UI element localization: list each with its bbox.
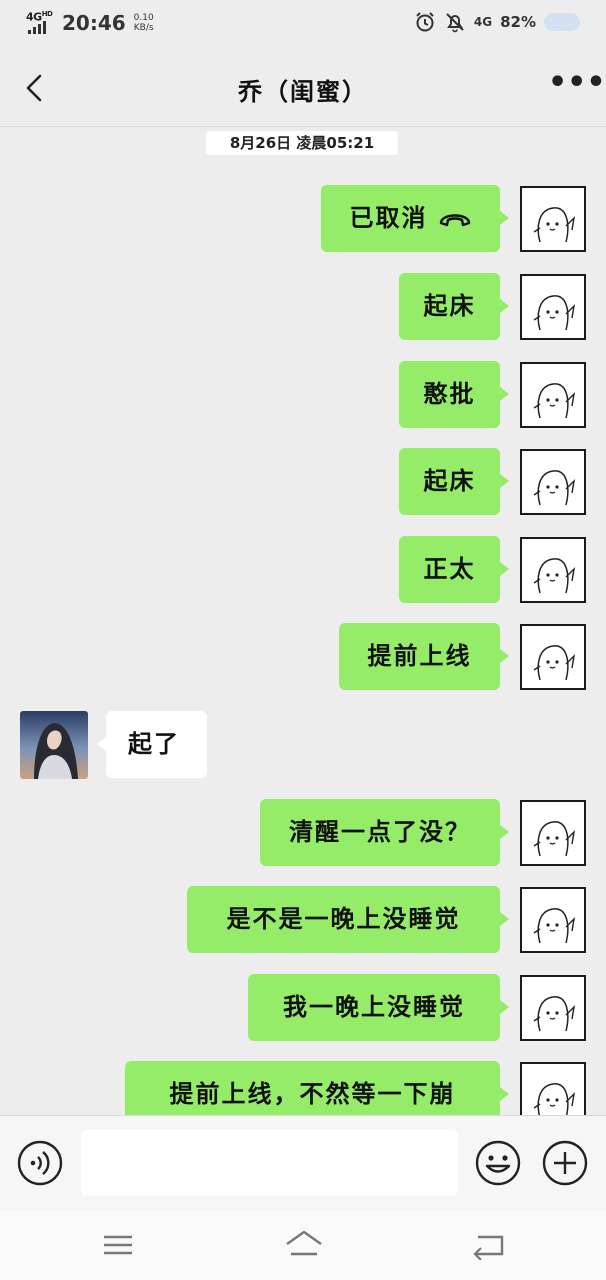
hang-up-icon <box>439 214 470 227</box>
my-message-bubble[interactable]: 起床 <box>399 273 509 340</box>
alarm-icon <box>416 12 434 32</box>
battery-percent: 82% <box>500 13 536 31</box>
my-message-bubble[interactable]: 起床 <box>399 448 509 515</box>
chat-title: 乔（闺蜜） <box>238 78 368 106</box>
chat-header: 乔（闺蜜） ••• <box>0 50 606 127</box>
network-speed: 0.10 KB/s <box>133 13 154 33</box>
status-right: 4G 82% <box>414 11 580 33</box>
signal-icon: 4GHD <box>26 10 56 36</box>
my-avatar[interactable] <box>520 274 586 340</box>
home-icon[interactable] <box>283 1228 325 1260</box>
my-avatar[interactable] <box>520 887 586 953</box>
my-message-bubble[interactable]: 正太 <box>399 536 509 603</box>
mute-bell-icon <box>446 13 464 33</box>
message-timestamp: 8月26日 凌晨05:21 <box>206 131 398 155</box>
emoji-icon[interactable] <box>474 1139 522 1187</box>
status-bar: 4GHD 20:46 0.10 KB/s 4G 82% <box>0 0 606 46</box>
voice-icon[interactable] <box>16 1139 64 1187</box>
plus-icon[interactable] <box>541 1139 589 1187</box>
my-message-bubble[interactable]: 提前上线 <box>339 623 509 690</box>
my-message-bubble[interactable]: 已取消 <box>321 185 509 252</box>
my-avatar[interactable] <box>520 186 586 252</box>
system-nav-bar <box>0 1210 606 1280</box>
menu-icon[interactable] <box>100 1230 136 1260</box>
my-avatar[interactable] <box>520 800 586 866</box>
network-4g: 4G <box>473 15 493 29</box>
my-message-bubble[interactable]: 清醒一点了没？ <box>260 799 509 866</box>
my-message-bubble[interactable]: 憨批 <box>399 361 509 428</box>
contact-avatar[interactable] <box>20 711 88 779</box>
my-message-bubble[interactable]: 我一晚上没睡觉 <box>248 974 509 1041</box>
input-bar <box>0 1115 606 1210</box>
my-avatar[interactable] <box>520 449 586 515</box>
my-avatar[interactable] <box>520 362 586 428</box>
back-icon[interactable] <box>470 1230 506 1260</box>
battery-icon <box>544 13 580 31</box>
their-message-bubble[interactable]: 起了 <box>97 711 207 778</box>
my-message-bubble[interactable]: 是不是一晚上没睡觉 <box>187 886 509 953</box>
status-time: 20:46 <box>62 11 126 35</box>
more-dots-icon[interactable]: ••• <box>548 68 606 100</box>
my-avatar[interactable] <box>520 624 586 690</box>
my-avatar[interactable] <box>520 975 586 1041</box>
message-input[interactable] <box>81 1130 458 1196</box>
status-left: 4GHD 20:46 0.10 KB/s <box>26 10 154 36</box>
my-avatar[interactable] <box>520 537 586 603</box>
